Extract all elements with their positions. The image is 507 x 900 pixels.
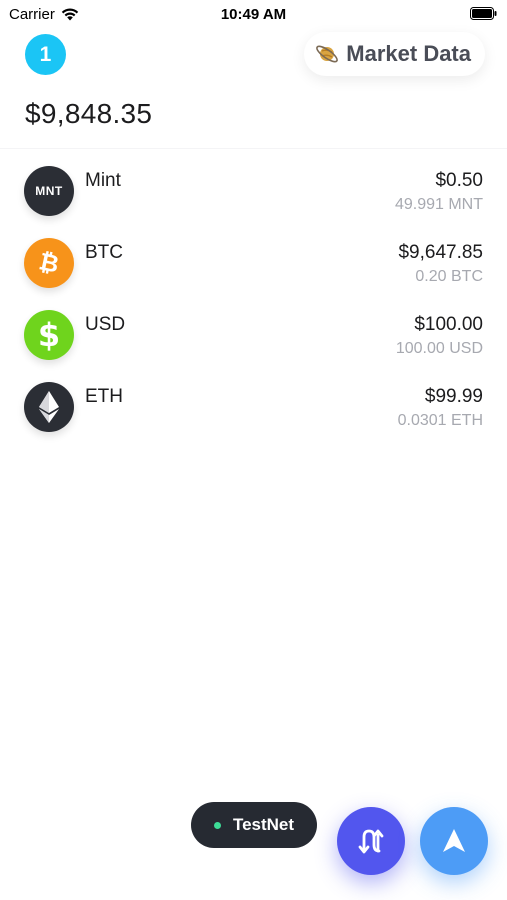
bitcoin-icon: ₿	[24, 238, 74, 288]
svg-text:₿: ₿	[37, 248, 62, 278]
asset-name: ETH	[85, 386, 123, 407]
asset-value: $9,647.85	[398, 242, 483, 263]
account-number: 1	[39, 42, 52, 66]
network-selector[interactable]: TestNet	[191, 802, 317, 848]
asset-amount: 0.20 BTC	[415, 268, 483, 285]
asset-name: Mint	[85, 170, 121, 191]
asset-amount: 0.0301 ETH	[397, 412, 483, 429]
asset-name: BTC	[85, 242, 123, 263]
dollar-icon: $	[24, 310, 74, 360]
asset-row-btc[interactable]: ₿ BTC $9,647.85 0.20 BTC	[0, 232, 507, 304]
planet-icon	[316, 45, 339, 63]
asset-row-eth[interactable]: ETH $99.99 0.0301 ETH	[0, 376, 507, 448]
market-data-label: Market Data	[346, 41, 471, 66]
header-divider	[0, 148, 507, 149]
asset-name: USD	[85, 314, 126, 335]
asset-value: $0.50	[435, 170, 483, 191]
svg-text:$: $	[38, 318, 60, 352]
asset-row-mint[interactable]: MNT Mint $0.50 49.991 MNT	[0, 160, 507, 232]
asset-amount: 49.991 MNT	[394, 196, 483, 213]
network-label: TestNet	[232, 815, 295, 834]
battery-icon	[470, 7, 497, 20]
asset-amount: 100.00 USD	[395, 340, 483, 357]
status-bar: Carrier 10:49 AM	[0, 0, 507, 28]
market-data-button[interactable]: Market Data	[304, 32, 485, 76]
mint-icon: MNT	[24, 166, 74, 216]
send-button[interactable]	[420, 807, 488, 875]
asset-list: MNT Mint $0.50 49.991 MNT ₿ BTC $9,647.8…	[0, 160, 507, 448]
status-time: 10:49 AM	[220, 6, 287, 23]
account-badge[interactable]: 1	[25, 34, 66, 75]
swap-button[interactable]	[337, 807, 405, 875]
swap-arrows-icon	[358, 829, 384, 854]
network-status-dot	[213, 821, 221, 829]
ethereum-icon	[24, 382, 74, 432]
send-arrow-icon	[443, 829, 465, 852]
asset-row-usd[interactable]: $ USD $100.00 100.00 USD	[0, 304, 507, 376]
total-balance: $9,848.35	[25, 98, 153, 129]
mint-icon-text: MNT	[35, 184, 63, 198]
asset-value: $99.99	[424, 386, 483, 407]
asset-value: $100.00	[414, 314, 483, 335]
